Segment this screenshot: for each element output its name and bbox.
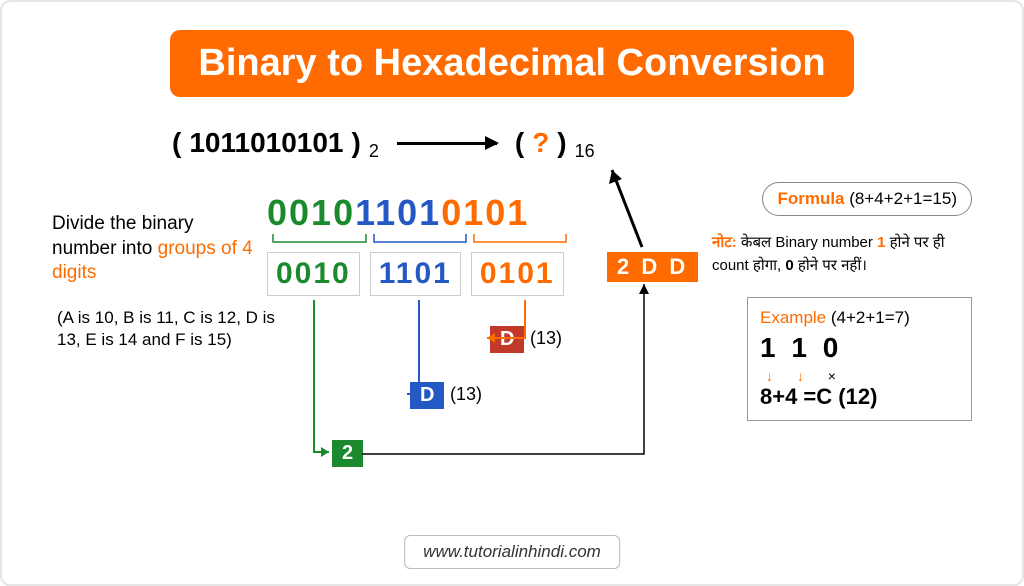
group1-hex-badge: 2 (332, 440, 363, 467)
example-arrows: ↓ ↓ × (766, 368, 959, 384)
note-label: नोट: (712, 234, 737, 251)
diagram-content: ( 1011010101 ) 2 ( ? ) 16 001011010101 D… (32, 122, 992, 542)
result-badge: 2 D D (607, 252, 698, 282)
formula-pill: Formula (8+4+2+1=15) (762, 182, 972, 216)
binary-groups: 0010 1101 0101 (267, 252, 564, 296)
group3-hex-badge: D (490, 326, 524, 353)
group-box-2: 1101 (370, 252, 461, 296)
instruction-text: Divide the binary number into groups of … (52, 212, 262, 286)
paren-open-2: ( (515, 127, 524, 159)
page-title: Binary to Hexadecimal Conversion (170, 30, 853, 97)
group3-decimal: (13) (530, 328, 562, 349)
problem-statement: ( 1011010101 ) 2 ( ? ) 16 (172, 127, 595, 159)
paren-open: ( (172, 127, 181, 159)
base-from: 2 (369, 141, 379, 162)
base-to: 16 (575, 141, 595, 162)
paren-close: ) (352, 127, 361, 159)
note-text: नोट: केबल Binary number 1 होने पर ही cou… (712, 232, 972, 277)
example-expr: (4+2+1=7) (831, 308, 910, 327)
arrow-right-icon (397, 142, 497, 145)
padded-group-1: 0010 (267, 192, 355, 233)
formula-expr: (8+4+2+1=15) (849, 189, 957, 208)
formula-label: Formula (777, 189, 844, 208)
question-mark: ? (532, 127, 549, 159)
example-bits: 1 1 0 (760, 332, 959, 364)
hex-letter-map: (A is 10, B is 11, C is 12, D is 13, E i… (57, 307, 287, 351)
group-box-3: 0101 (471, 252, 564, 296)
binary-number: 1011010101 (189, 127, 343, 159)
example-box: Example (4+2+1=7) 1 1 0 ↓ ↓ × 8+4 =C (12… (747, 297, 972, 421)
example-calc: 8+4 =C (12) (760, 384, 959, 410)
paren-close-2: ) (557, 127, 566, 159)
padded-group-3: 0101 (441, 192, 529, 233)
padded-binary: 001011010101 (267, 192, 529, 234)
example-label: Example (760, 308, 826, 327)
group2-hex-badge: D (410, 382, 444, 409)
website-link: www.tutorialinhindi.com (404, 535, 620, 569)
padded-group-2: 1101 (355, 192, 441, 233)
group2-decimal: (13) (450, 384, 482, 405)
group-box-1: 0010 (267, 252, 360, 296)
